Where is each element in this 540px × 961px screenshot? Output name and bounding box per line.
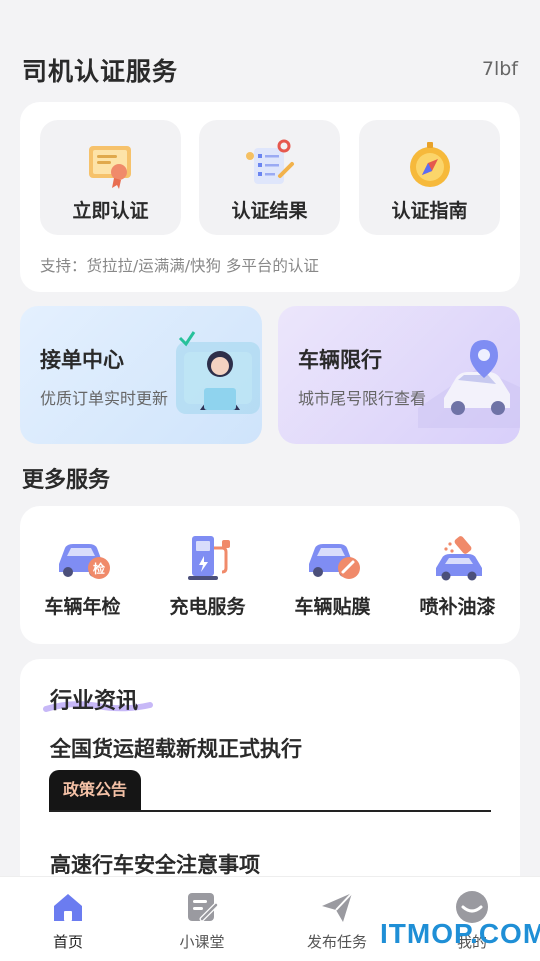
order-center-card[interactable]: 接单中心 优质订单实时更新 — [20, 306, 262, 444]
certify-guide-label: 认证指南 — [391, 200, 468, 222]
spray-paint-button[interactable]: 喷补油漆 — [395, 534, 520, 619]
vehicle-restriction-title: 车辆限行 — [298, 348, 382, 372]
weather-text: 7lbf — [481, 58, 518, 80]
svg-text:检: 检 — [92, 561, 104, 576]
tab-classroom[interactable]: 小课堂 — [162, 889, 242, 952]
spray-paint-label: 喷补油漆 — [419, 596, 496, 618]
support-platforms-text: 支持：货拉拉/运满满/快狗 多平台的认证 — [40, 257, 319, 275]
car-film-button[interactable]: 车辆贴膜 — [270, 534, 395, 619]
charging-station-icon — [187, 536, 230, 580]
car-inspection-icon: 检 — [58, 544, 110, 579]
vehicle-inspection-label: 车辆年检 — [44, 596, 121, 618]
page-title: 司机认证服务 — [22, 57, 179, 86]
certify-now-label: 立即认证 — [72, 200, 149, 222]
services-card: 检 车辆年检 充电服务 车辆贴膜 喷补油漆 — [20, 506, 520, 644]
clipboard-check-icon — [245, 139, 294, 184]
car-film-label: 车辆贴膜 — [294, 596, 371, 618]
home-icon — [54, 894, 82, 921]
charging-service-button[interactable]: 充电服务 — [145, 534, 270, 619]
car-film-icon — [308, 544, 360, 579]
tab-home-label: 首页 — [52, 933, 83, 951]
news-category-tag[interactable]: 政策公告 — [49, 770, 142, 810]
send-icon — [322, 892, 353, 922]
edit-note-icon — [188, 893, 219, 922]
certification-card: 立即认证 认证结果 认证指南 支持：货拉拉/运满满/快狗 多平台的认证 — [20, 102, 520, 292]
tab-classroom-label: 小课堂 — [179, 933, 225, 951]
charging-service-label: 充电服务 — [169, 596, 246, 618]
news-headline-2[interactable]: 高速行车安全注意事项 — [50, 849, 260, 879]
compass-icon — [409, 142, 450, 187]
tab-home[interactable]: 首页 — [28, 889, 108, 952]
watermark-text: ITMOP.COM — [380, 918, 540, 949]
tab-publish-task[interactable]: 发布任务 — [297, 889, 377, 952]
customer-service-agent-icon — [176, 331, 260, 414]
certify-now-button[interactable]: 立即认证 — [40, 120, 181, 235]
more-services-title: 更多服务 — [22, 468, 111, 493]
news-headline[interactable]: 全国货运超载新规正式执行 — [50, 733, 302, 763]
order-center-subtitle: 优质订单实时更新 — [40, 389, 169, 408]
vehicle-restriction-card[interactable]: 车辆限行 城市尾号限行查看 — [278, 306, 520, 444]
news-section-title: 行业资讯 — [50, 689, 139, 714]
vehicle-inspection-button[interactable]: 检 车辆年检 — [20, 534, 145, 619]
certify-result-button[interactable]: 认证结果 — [199, 120, 340, 235]
news-divider — [49, 810, 491, 812]
certify-guide-button[interactable]: 认证指南 — [359, 120, 500, 235]
tab-publish-task-label: 发布任务 — [306, 933, 367, 951]
car-location-icon — [418, 340, 520, 428]
certify-result-label: 认证结果 — [231, 200, 308, 222]
certificate-icon — [88, 146, 131, 189]
order-center-title: 接单中心 — [40, 348, 124, 372]
vehicle-restriction-subtitle: 城市尾号限行查看 — [298, 389, 427, 408]
spray-paint-icon — [435, 536, 482, 581]
